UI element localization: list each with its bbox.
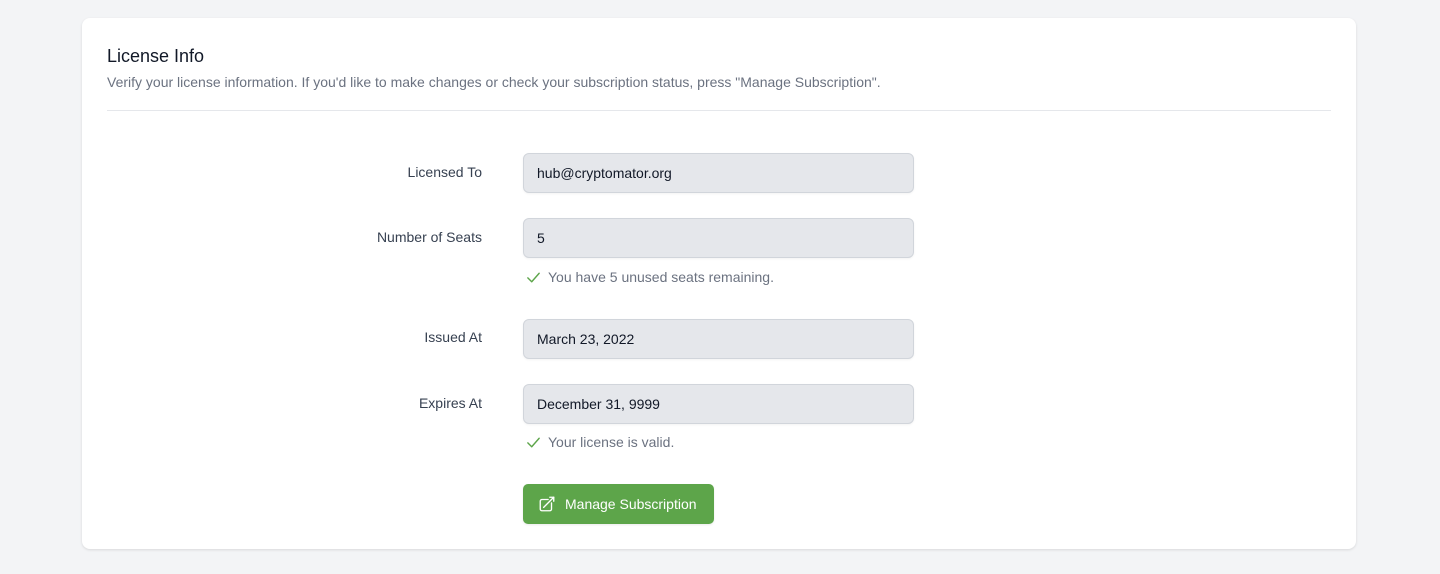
manage-subscription-button[interactable]: Manage Subscription <box>523 484 714 524</box>
seats-hint: You have 5 unused seats remaining. <box>525 268 774 286</box>
licensed-to-label: Licensed To <box>407 164 482 180</box>
expires-at-field[interactable] <box>523 384 914 424</box>
check-icon <box>527 272 540 282</box>
number-of-seats-label: Number of Seats <box>376 229 482 245</box>
licensed-to-field[interactable] <box>523 153 914 193</box>
external-link-icon <box>539 496 555 512</box>
manage-subscription-label: Manage Subscription <box>565 496 697 512</box>
check-icon <box>527 437 540 447</box>
issued-at-field[interactable] <box>523 319 914 359</box>
card-title: License Info <box>107 46 205 66</box>
license-info-card: License Info Verify your license informa… <box>82 18 1356 549</box>
number-of-seats-field[interactable] <box>523 218 914 258</box>
divider <box>107 110 1331 111</box>
card-subtitle: Verify your license information. If you'… <box>107 74 881 90</box>
license-valid-hint: Your license is valid. <box>525 433 674 451</box>
license-valid-hint-text: Your license is valid. <box>548 434 675 450</box>
seats-hint-text: You have 5 unused seats remaining. <box>548 269 774 285</box>
expires-at-label: Expires At <box>418 395 482 411</box>
issued-at-label: Issued At <box>424 329 482 345</box>
card-header: License Info Verify your license informa… <box>107 45 1331 91</box>
